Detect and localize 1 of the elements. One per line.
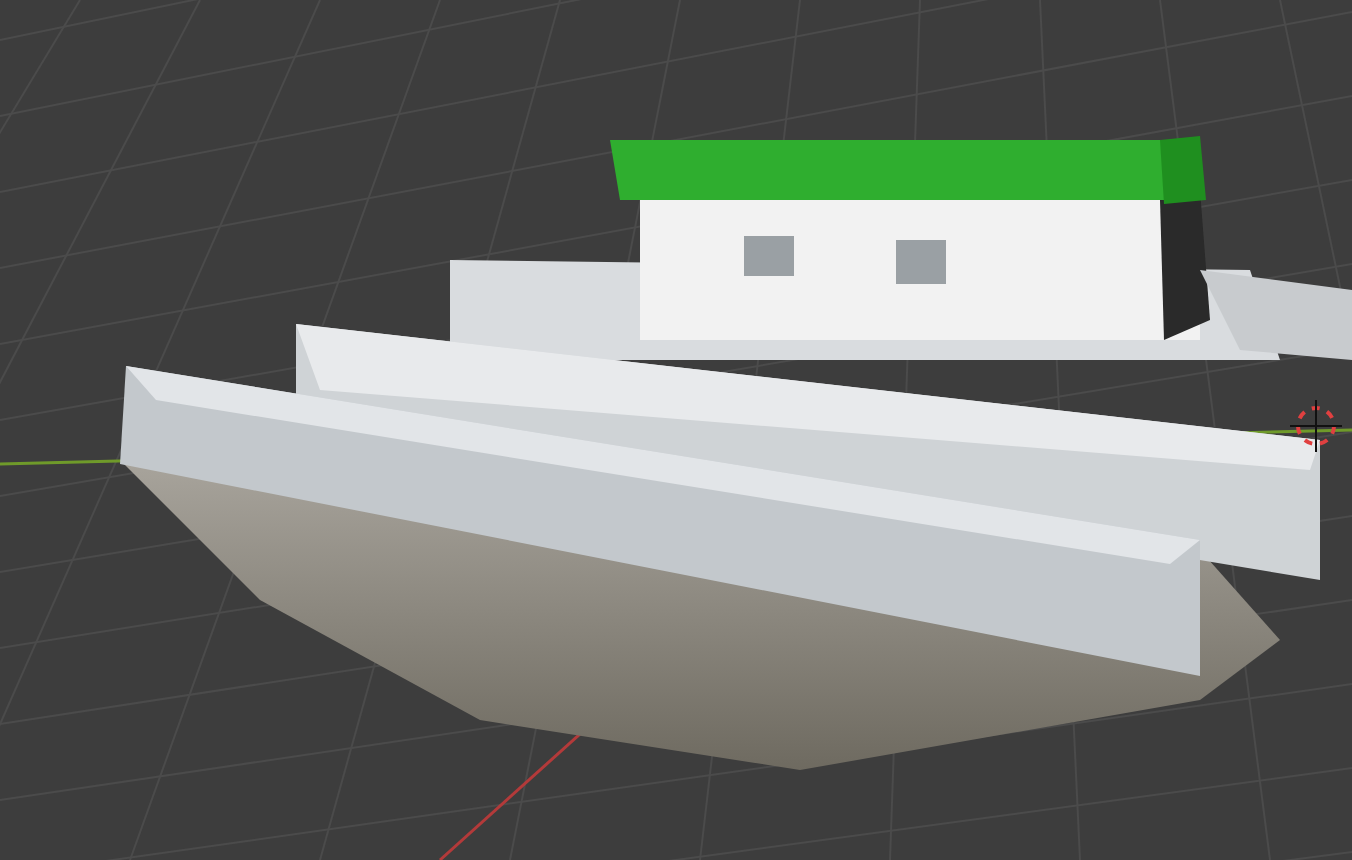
3d-viewport[interactable] [0,0,1352,860]
